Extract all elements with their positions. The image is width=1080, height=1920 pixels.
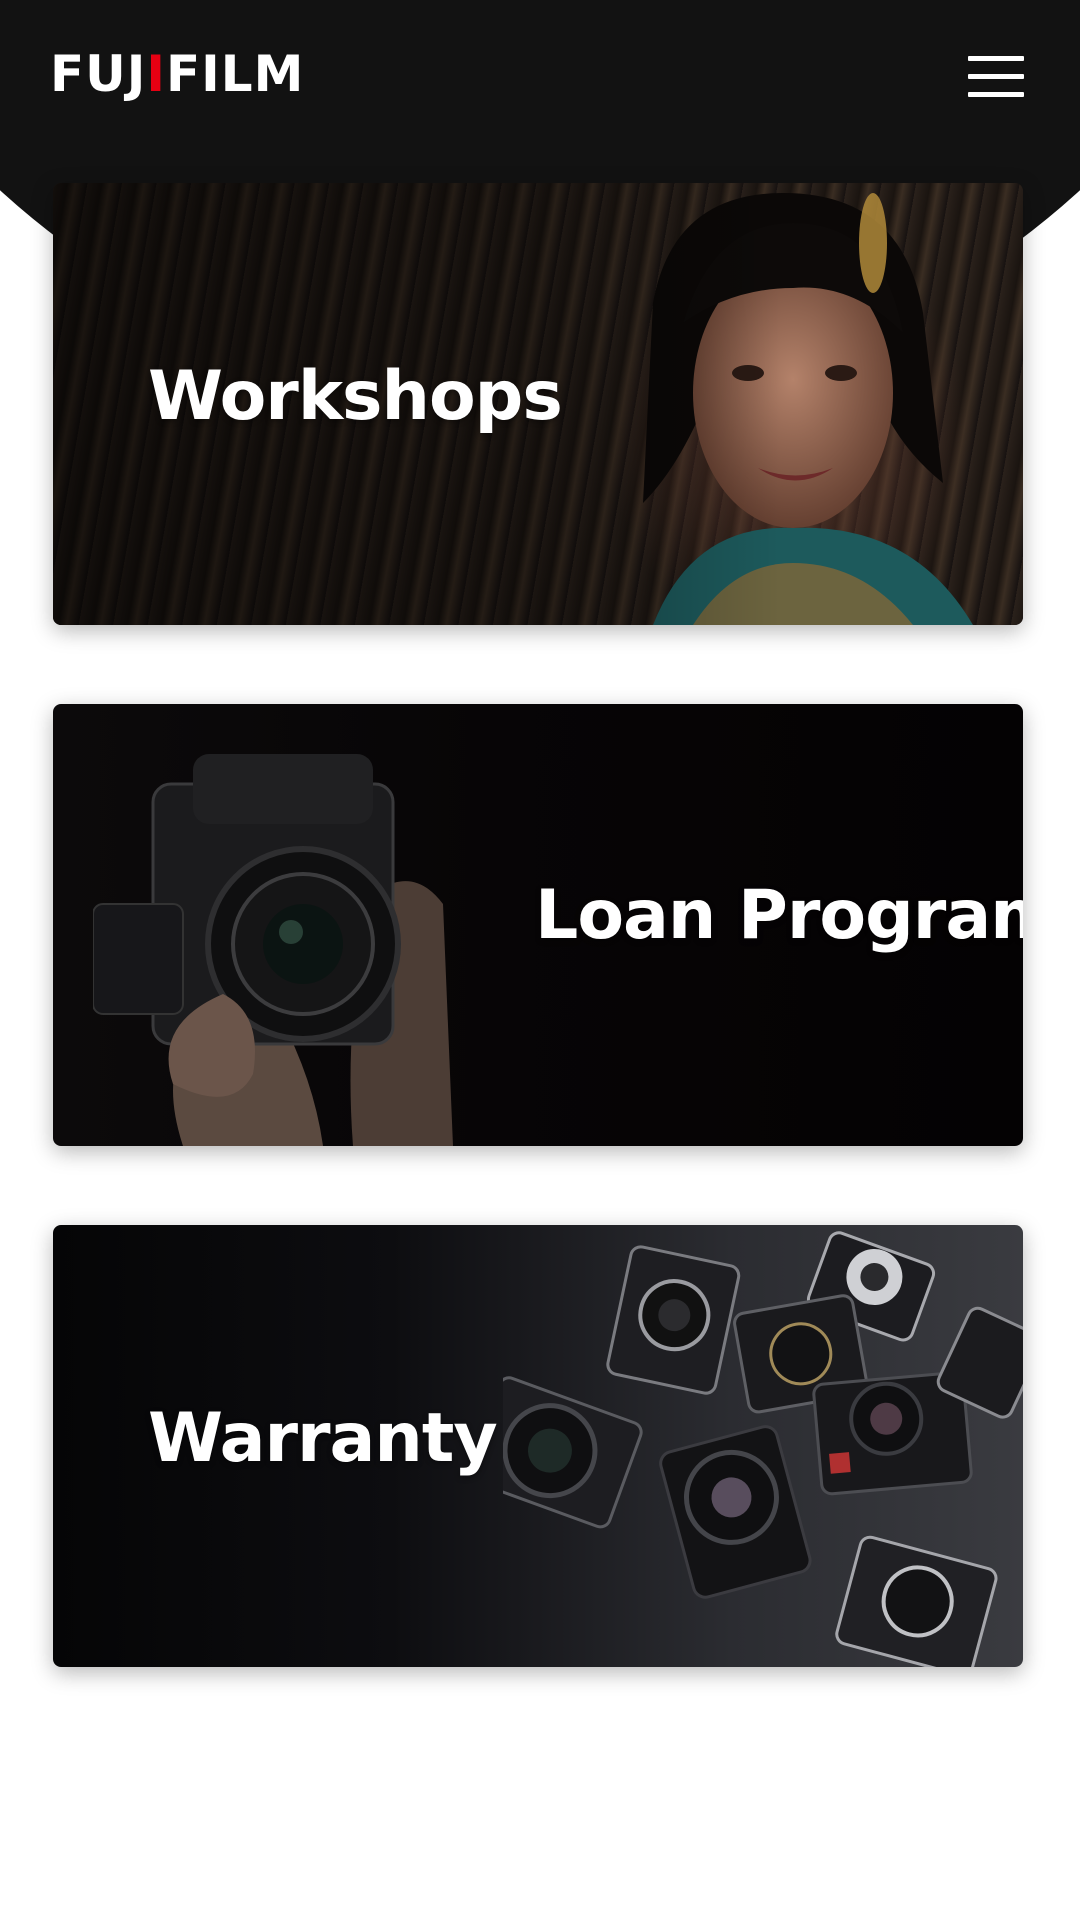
menu-line <box>968 56 1024 61</box>
workshops-card[interactable]: Workshops <box>53 183 1023 625</box>
loan-program-card[interactable]: Loan Program <box>53 704 1023 1146</box>
camera-in-hands-image <box>93 754 453 1146</box>
page: FUJIFILM Workshops Loan Program Warranty <box>0 0 1080 1920</box>
menu-line <box>968 92 1024 97</box>
menu-line <box>968 74 1024 79</box>
warranty-card[interactable]: Warranty <box>53 1225 1023 1667</box>
loan-program-title: Loan Program <box>535 876 1023 955</box>
logo-text-start: FUJ <box>50 45 147 103</box>
logo-text-end: FILM <box>165 45 305 103</box>
workshops-title: Workshops <box>148 357 563 436</box>
hamburger-menu-icon[interactable] <box>968 54 1024 100</box>
top-bar: FUJIFILM <box>0 0 1080 150</box>
warranty-title: Warranty <box>148 1399 498 1478</box>
fujifilm-logo[interactable]: FUJIFILM <box>50 48 304 100</box>
logo-text-i: I <box>146 45 166 103</box>
cameras-collection-image <box>503 1231 1023 1667</box>
